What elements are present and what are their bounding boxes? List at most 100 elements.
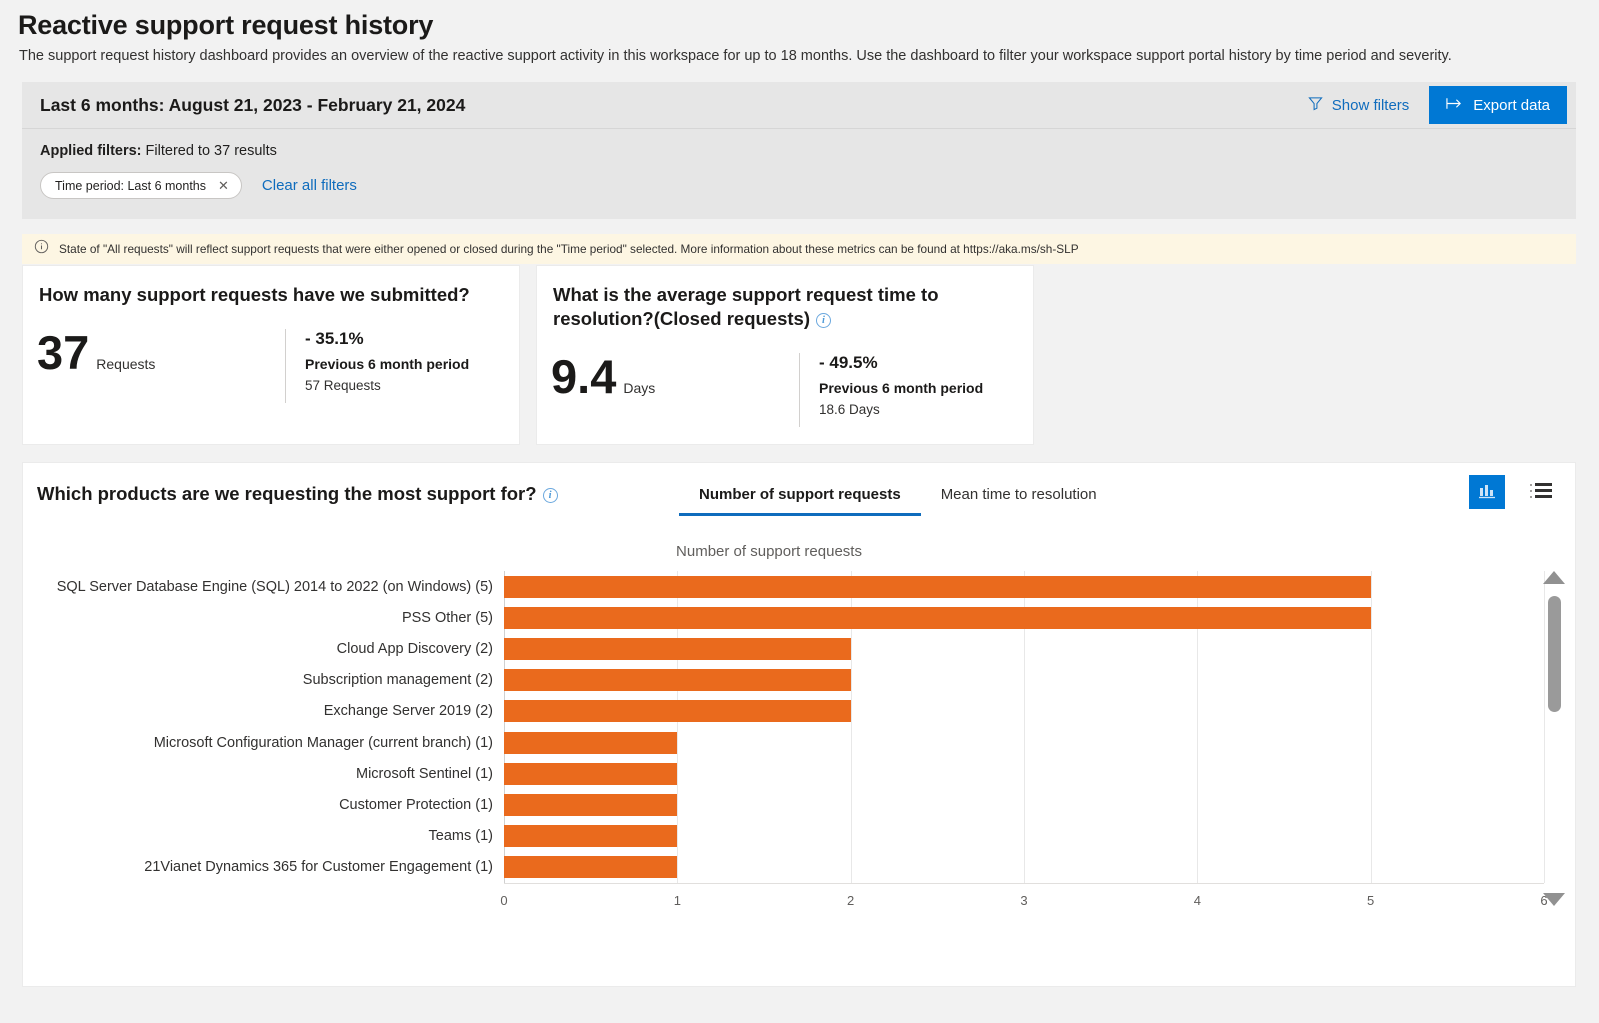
export-data-button[interactable]: Export data xyxy=(1429,86,1567,124)
kpi-primary-value: 9.4 Days xyxy=(551,353,799,400)
kpi-title: What is the average support request time… xyxy=(537,266,1033,331)
x-tick-label: 4 xyxy=(1193,893,1201,908)
bar-row[interactable] xyxy=(504,637,1544,660)
dashboard-page: Reactive support request history The sup… xyxy=(0,0,1599,1023)
chart-plot-area: Number of support requests SQL Server Da… xyxy=(23,525,1575,945)
close-icon[interactable]: ✕ xyxy=(218,179,229,192)
bar[interactable] xyxy=(504,606,1371,629)
kpi-comparison: - 49.5% Previous 6 month period 18.6 Day… xyxy=(799,353,984,428)
x-tick-label: 2 xyxy=(847,893,855,908)
clear-all-filters-link[interactable]: Clear all filters xyxy=(262,177,357,194)
export-data-label: Export data xyxy=(1473,96,1550,114)
info-banner-text: State of "All requests" will reflect sup… xyxy=(59,242,1079,256)
info-banner: State of "All requests" will reflect sup… xyxy=(22,234,1576,264)
chart-scrollbar[interactable] xyxy=(1541,571,1567,906)
category-label: Microsoft Configuration Manager (current… xyxy=(153,734,493,751)
kpi-title-text: What is the average support request time… xyxy=(553,284,939,330)
kpi-primary-value: 37 Requests xyxy=(37,329,285,376)
scrollbar-thumb[interactable] xyxy=(1547,596,1561,712)
category-label: PSS Other (5) xyxy=(401,609,493,626)
kpi-previous-value: 18.6 Days xyxy=(819,402,880,418)
kpi-previous-label: Previous 6 month period xyxy=(819,380,984,397)
date-range-title: Last 6 months: August 21, 2023 - Februar… xyxy=(40,94,466,115)
bar[interactable] xyxy=(504,762,678,785)
applied-filters-value: Filtered to 37 results xyxy=(145,143,277,159)
category-label: Exchange Server 2019 (2) xyxy=(323,703,493,720)
kpi-card-requests: How many support requests have we submit… xyxy=(22,265,520,445)
bar-chart-icon xyxy=(1477,481,1497,504)
page-description: The support request history dashboard pr… xyxy=(19,48,1452,64)
show-filters-label: Show filters xyxy=(1331,96,1410,114)
chart-card-header: Which products are we requesting the mos… xyxy=(23,463,1575,525)
bar[interactable] xyxy=(504,793,678,816)
info-icon[interactable]: i xyxy=(542,488,558,503)
chart-question: Which products are we requesting the mos… xyxy=(37,483,558,505)
chart-axis-title: Number of support requests xyxy=(676,543,862,560)
kpi-body: 37 Requests - 35.1% Previous 6 month per… xyxy=(23,307,519,404)
show-filters-button[interactable]: Show filters xyxy=(1296,90,1422,121)
funnel-icon xyxy=(1308,96,1323,115)
filter-bar-header: Last 6 months: August 21, 2023 - Februar… xyxy=(22,82,1576,129)
page-title: Reactive support request history xyxy=(18,10,434,40)
view-toggle-group xyxy=(1469,475,1559,509)
bar[interactable] xyxy=(504,856,678,879)
chart-bars-region xyxy=(504,571,1545,883)
filter-chip-label: Time period: Last 6 months xyxy=(55,178,206,193)
x-tick-label: 1 xyxy=(673,893,681,908)
bar-row[interactable] xyxy=(504,606,1544,629)
info-icon[interactable]: i xyxy=(815,313,831,329)
kpi-unit: Days xyxy=(623,380,656,397)
category-label: Teams (1) xyxy=(428,828,493,845)
triangle-up-icon[interactable] xyxy=(1543,571,1565,584)
bar[interactable] xyxy=(504,700,851,723)
chart-tabs: Number of support requests Mean time to … xyxy=(679,483,1117,516)
filter-bar: Last 6 months: August 21, 2023 - Februar… xyxy=(22,82,1576,219)
tab-mean-time-to-resolution[interactable]: Mean time to resolution xyxy=(921,483,1117,516)
bar[interactable] xyxy=(504,637,851,660)
axis-line xyxy=(504,883,1544,884)
chart-category-labels: SQL Server Database Engine (SQL) 2014 to… xyxy=(23,571,493,883)
bar[interactable] xyxy=(504,825,678,848)
triangle-down-icon[interactable] xyxy=(1543,893,1565,906)
filter-chips-row: Time period: Last 6 months ✕ Clear all f… xyxy=(40,172,1558,199)
x-tick-label: 5 xyxy=(1367,893,1375,908)
category-label: Microsoft Sentinel (1) xyxy=(356,765,493,782)
bar-row[interactable] xyxy=(504,575,1544,598)
chart-x-axis: 0123456 xyxy=(500,883,1548,915)
x-tick-label: 0 xyxy=(500,893,508,908)
bar[interactable] xyxy=(504,731,678,754)
bar-row[interactable] xyxy=(504,793,1544,816)
info-icon xyxy=(34,239,49,259)
bar[interactable] xyxy=(504,669,851,692)
bar-row[interactable] xyxy=(504,856,1544,879)
applied-filters-row: Applied filters: Filtered to 37 results xyxy=(40,143,1558,159)
bar-row[interactable] xyxy=(504,825,1544,848)
x-tick-label: 3 xyxy=(1020,893,1028,908)
export-arrow-icon xyxy=(1446,97,1463,114)
kpi-value: 37 xyxy=(37,326,90,380)
category-label: Subscription management (2) xyxy=(302,672,493,689)
chart-bars xyxy=(504,571,1544,883)
bar-chart-view-button[interactable] xyxy=(1469,475,1505,509)
list-view-icon xyxy=(1530,482,1552,503)
kpi-previous-label: Previous 6 month period xyxy=(305,356,470,373)
kpi-card-resolution-time: What is the average support request time… xyxy=(536,265,1034,445)
kpi-delta-percent: - 49.5% xyxy=(819,353,878,373)
bar-row[interactable] xyxy=(504,669,1544,692)
kpi-value: 9.4 xyxy=(551,350,617,404)
kpi-unit: Requests xyxy=(96,356,156,373)
list-view-button[interactable] xyxy=(1523,475,1559,509)
kpi-delta-percent: - 35.1% xyxy=(305,329,364,349)
chart-question-text: Which products are we requesting the mos… xyxy=(37,483,537,504)
bar-row[interactable] xyxy=(504,762,1544,785)
filter-chip-time-period[interactable]: Time period: Last 6 months ✕ xyxy=(40,172,242,199)
bar[interactable] xyxy=(504,575,1371,598)
bar-row[interactable] xyxy=(504,731,1544,754)
scrollbar-track[interactable] xyxy=(1547,590,1561,887)
filter-bar-body: Applied filters: Filtered to 37 results … xyxy=(22,129,1576,219)
bar-row[interactable] xyxy=(504,700,1544,723)
applied-filters-label: Applied filters: xyxy=(40,143,142,159)
tab-number-of-support-requests[interactable]: Number of support requests xyxy=(679,483,921,516)
kpi-previous-value: 57 Requests xyxy=(305,378,381,394)
kpi-comparison: - 35.1% Previous 6 month period 57 Reque… xyxy=(285,329,470,404)
